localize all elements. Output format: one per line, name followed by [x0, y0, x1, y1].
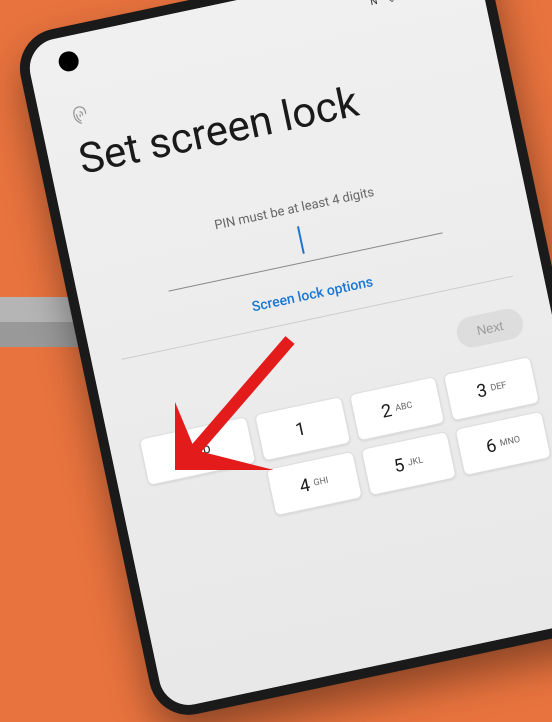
numeric-keypad: Skip 1 2 ABC 3 DEF 4 GHI 5 JKL [139, 356, 552, 541]
next-button[interactable]: Next [454, 306, 526, 350]
key-4[interactable]: 4 GHI [266, 451, 363, 516]
key-number: 4 [298, 474, 312, 497]
key-5[interactable]: 5 JKL [360, 431, 457, 496]
key-letters: GHI [313, 476, 330, 489]
key-number: 1 [293, 418, 307, 441]
phone-frame: N ◈ ◢ ◢ ▮ Set screen lock PIN must be at… [12, 0, 552, 722]
key-letters: MNO [499, 435, 521, 449]
key-letters: JKL [407, 456, 424, 469]
key-letters: ABC [394, 401, 413, 414]
skip-button[interactable]: Skip [139, 416, 257, 486]
key-number: 3 [475, 379, 489, 402]
key-6[interactable]: 6 MNO [455, 411, 552, 476]
key-number: 5 [392, 454, 406, 477]
key-number: 6 [484, 435, 498, 458]
key-number: 2 [379, 400, 393, 423]
phone-screen: N ◈ ◢ ◢ ▮ Set screen lock PIN must be at… [24, 0, 552, 710]
key-letters: DEF [490, 381, 508, 394]
key-3[interactable]: 3 DEF [443, 356, 540, 421]
nfc-icon: N [366, 0, 382, 9]
key-1[interactable]: 1 [254, 396, 351, 461]
pin-input-area[interactable]: PIN must be at least 4 digits [97, 160, 501, 304]
wifi-icon: ◈ [383, 0, 399, 5]
input-cursor [297, 226, 305, 254]
signal-icon: ◢ [401, 0, 417, 1]
key-2[interactable]: 2 ABC [349, 376, 446, 441]
pin-hint: PIN must be at least 4 digits [97, 160, 491, 258]
